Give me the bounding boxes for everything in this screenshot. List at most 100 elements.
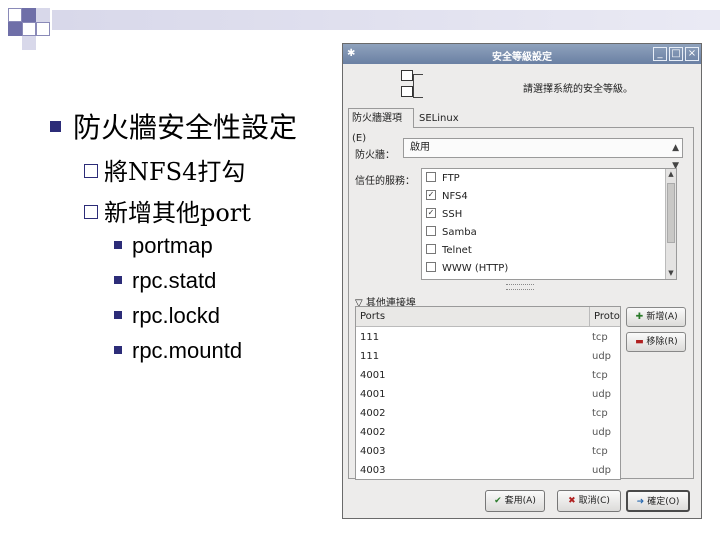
hollow-square-bullet-icon (84, 204, 98, 219)
scroll-down-icon[interactable]: ▼ (666, 268, 676, 279)
ports-table: Ports Proto 111 tcp 111 udp 4001 tcp 4001 ud… (355, 306, 621, 480)
close-button[interactable]: × (685, 47, 699, 61)
decor-square (22, 8, 36, 22)
decor-topbar (52, 10, 720, 30)
service-checkbox[interactable] (426, 172, 436, 182)
decor-square (36, 8, 50, 22)
remove-port-label: 移除(R) (646, 337, 678, 347)
security-header-icon (401, 70, 425, 102)
cancel-button[interactable]: ✖ 取消(C) (557, 490, 621, 512)
security-header-icon-box (401, 86, 413, 97)
proto-cell: tcp (592, 370, 608, 381)
scroll-up-icon[interactable]: ▲ (666, 169, 676, 180)
apply-button[interactable]: ✔ 套用(A) (485, 490, 545, 512)
service-item-ssh[interactable]: ✓ SSH (426, 206, 462, 224)
maximize-button[interactable]: □ (669, 47, 683, 61)
proto-cell: udp (592, 389, 612, 400)
square-bullet-icon (114, 276, 122, 285)
table-row[interactable]: 4002 udp (356, 423, 620, 442)
service-name: Telnet (442, 245, 472, 256)
port-cell: 4003 (360, 446, 386, 457)
dialog-titlebar[interactable]: ✱ 安全等級設定 _ □ × (343, 44, 701, 64)
service-checkbox[interactable]: ✓ (426, 208, 436, 218)
port-cell: 111 (360, 332, 380, 343)
service-item-telnet[interactable]: Telnet (426, 242, 472, 260)
port-item-text: rpc.lockd (132, 303, 221, 328)
service-checkbox[interactable] (426, 226, 436, 236)
hollow-square-bullet-icon (84, 163, 98, 178)
port-item: rpc.mountd (114, 338, 242, 364)
service-name: Samba (442, 227, 477, 238)
service-name: NFS4 (442, 191, 468, 202)
firewall-select-value: 啟用 (410, 142, 430, 153)
scroll-thumb[interactable] (667, 183, 675, 243)
port-item: rpc.lockd (114, 303, 220, 329)
service-name: SSH (442, 209, 463, 220)
table-row[interactable]: 4001 udp (356, 385, 620, 404)
port-item-text: rpc.statd (132, 268, 217, 293)
x-icon: ✖ (568, 496, 576, 506)
dialog-title: 安全等級設定 (492, 52, 552, 63)
remove-port-button[interactable]: ▬ 移除(R) (626, 332, 686, 352)
square-bullet-icon (114, 311, 122, 320)
security-header-icon-line (413, 74, 423, 98)
service-checkbox[interactable] (426, 244, 436, 254)
security-header-icon-box (401, 70, 413, 81)
service-item-ftp[interactable]: FTP (426, 170, 460, 188)
proto-cell: tcp (592, 446, 608, 457)
port-cell: 4001 (360, 370, 386, 381)
decor-square (36, 22, 50, 36)
ok-button[interactable]: ➜ 確定(O) (626, 490, 690, 512)
ok-label: 確定(O) (647, 497, 680, 507)
square-bullet-icon (114, 241, 122, 250)
add-port-button[interactable]: ✚ 新增(A) (626, 307, 686, 327)
sub-item-nfs4: 將NFS4打勾 (84, 152, 245, 187)
minus-icon: ▬ (635, 337, 644, 347)
table-row[interactable]: 4001 tcp (356, 366, 620, 385)
proto-cell: udp (592, 465, 612, 476)
add-port-label: 新增(A) (646, 312, 678, 322)
security-level-dialog: ✱ 安全等級設定 _ □ × 請選擇系統的安全等級。 防火牆選項(E) SELi… (342, 43, 702, 519)
port-item: portmap (114, 233, 213, 259)
service-item-samba[interactable]: Samba (426, 224, 477, 242)
service-name: FTP (442, 173, 460, 184)
square-bullet-icon (114, 346, 122, 355)
ports-column-header[interactable]: Ports (356, 307, 590, 327)
slide-title-text: 防火牆安全性設定 (73, 111, 298, 144)
pane-resize-grip[interactable] (506, 284, 534, 290)
port-item-text: portmap (132, 233, 213, 258)
service-name: WWW (HTTP) (442, 263, 509, 274)
table-row[interactable]: 111 tcp (356, 328, 620, 347)
port-cell: 4003 (360, 465, 386, 476)
decor-square (22, 36, 36, 50)
cancel-label: 取消(C) (578, 496, 610, 506)
decor-square (22, 22, 36, 36)
port-item-text: rpc.mountd (132, 338, 243, 363)
check-icon: ✔ (494, 496, 502, 506)
service-checkbox[interactable] (426, 262, 436, 272)
table-row[interactable]: 4003 udp (356, 461, 620, 479)
service-item-www[interactable]: WWW (HTTP) (426, 260, 508, 278)
minimize-button[interactable]: _ (653, 47, 667, 61)
sub-item-other-port: 新增其他port (84, 193, 251, 228)
sub-item-text: 新增其他port (104, 199, 251, 227)
service-checkbox[interactable]: ✓ (426, 190, 436, 200)
proto-cell: tcp (592, 332, 608, 343)
table-row[interactable]: 111 udp (356, 347, 620, 366)
plus-icon: ✚ (635, 312, 644, 322)
tab-selinux[interactable]: SELinux (416, 110, 462, 128)
decor-square (8, 22, 22, 36)
dialog-header-text: 請選擇系統的安全等級。 (523, 84, 633, 95)
tab-firewall-options[interactable]: 防火牆選項(E) (348, 108, 414, 144)
service-item-nfs4[interactable]: ✓ NFS4 (426, 188, 468, 206)
ok-icon: ➜ (636, 497, 645, 507)
proto-column-header[interactable]: Proto (590, 307, 620, 327)
services-scrollbar[interactable]: ▲ ▼ (665, 169, 676, 279)
port-cell: 4002 (360, 408, 386, 419)
apply-label: 套用(A) (504, 496, 536, 506)
table-row[interactable]: 4003 tcp (356, 442, 620, 461)
port-item: rpc.statd (114, 268, 216, 294)
table-row[interactable]: 4002 tcp (356, 404, 620, 423)
trusted-services-label: 信任的服務： (355, 176, 415, 187)
firewall-select[interactable]: 啟用 ▲ ▼ (403, 138, 683, 171)
